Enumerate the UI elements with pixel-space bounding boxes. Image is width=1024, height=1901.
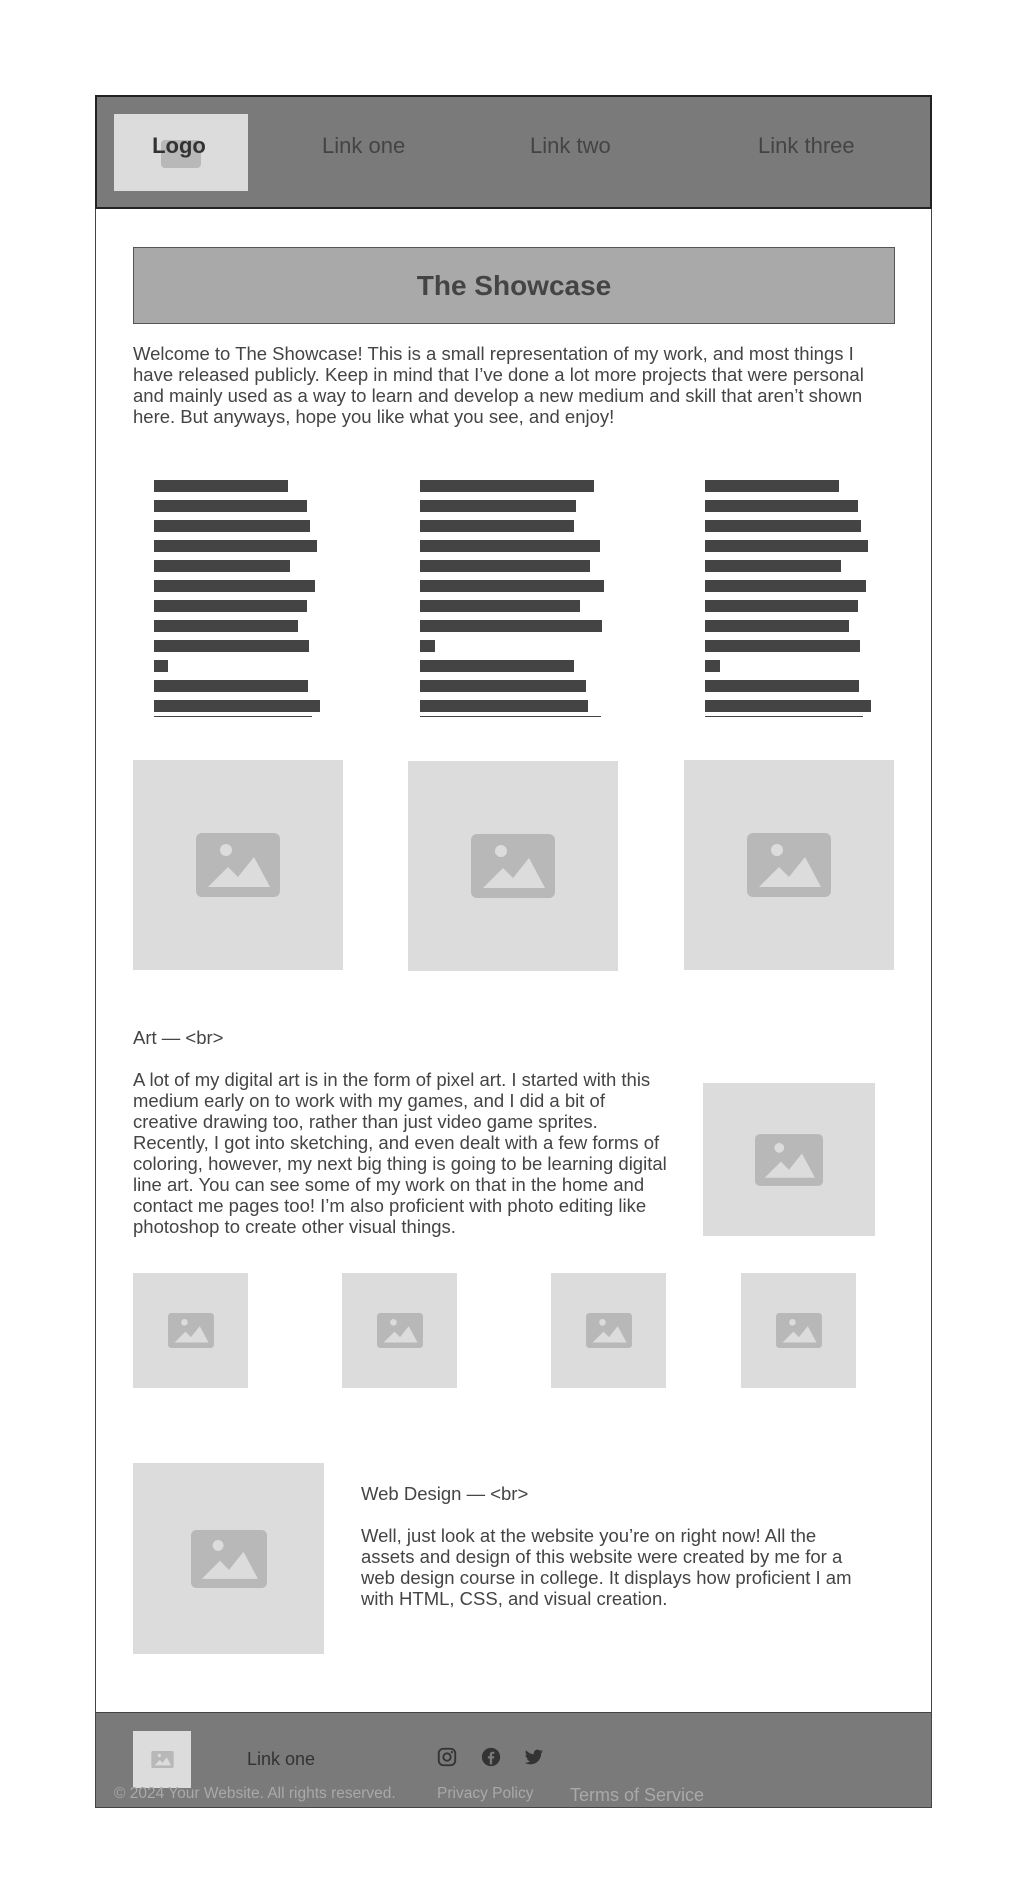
text-line: [705, 500, 858, 512]
text-line: [154, 540, 317, 552]
text-line: [705, 560, 841, 572]
nav-link-one[interactable]: Link one: [322, 133, 405, 159]
text-line: [420, 520, 574, 532]
column-underline: [154, 716, 312, 717]
text-column-1: [154, 480, 320, 717]
art-image[interactable]: [703, 1083, 875, 1236]
text-line: [705, 620, 849, 632]
column-underline: [705, 716, 863, 717]
text-line: [420, 500, 576, 512]
text-line: [705, 540, 868, 552]
text-column-2: [420, 480, 604, 717]
text-line: [420, 700, 588, 712]
text-line: [154, 700, 320, 712]
art-section-title: Art — <br>: [133, 1027, 224, 1048]
text-line: [420, 620, 602, 632]
text-column-3: [705, 480, 871, 717]
text-line: [420, 680, 586, 692]
image-placeholder-icon: [376, 1313, 423, 1348]
gallery-image-2[interactable]: [408, 761, 618, 971]
text-line: [705, 640, 860, 652]
text-line: [705, 580, 866, 592]
image-placeholder-icon: [747, 833, 831, 897]
image-placeholder-icon: [585, 1313, 632, 1348]
image-placeholder-icon: [775, 1313, 822, 1348]
text-line: [154, 620, 298, 632]
text-line: [154, 580, 315, 592]
facebook-icon[interactable]: [480, 1746, 502, 1768]
text-line: [154, 500, 307, 512]
text-line: [420, 480, 594, 492]
nav-link-three[interactable]: Link three: [758, 133, 855, 159]
text-line: [154, 600, 307, 612]
text-line: [420, 580, 604, 592]
twitter-icon[interactable]: [523, 1746, 545, 1768]
intro-text: Welcome to The Showcase! This is a small…: [133, 343, 864, 427]
text-line: [420, 540, 600, 552]
footer-logo[interactable]: [133, 1731, 191, 1788]
text-line: [705, 680, 859, 692]
column-underline: [420, 716, 601, 717]
art-section-text: A lot of my digital art is in the form o…: [133, 1069, 667, 1237]
web-design-image[interactable]: [133, 1463, 324, 1654]
gallery-image-1[interactable]: [133, 760, 343, 970]
art-thumbnail-3[interactable]: [551, 1273, 666, 1388]
text-line: [705, 520, 861, 532]
text-line: [420, 600, 580, 612]
text-line: [705, 700, 871, 712]
text-line: [154, 480, 288, 492]
text-line: [705, 480, 839, 492]
text-line: [705, 600, 858, 612]
text-line: [154, 560, 290, 572]
instagram-icon[interactable]: [436, 1746, 458, 1768]
web-design-section-title: Web Design — <br>: [361, 1483, 529, 1504]
text-line: [420, 560, 590, 572]
privacy-policy-link[interactable]: Privacy Policy: [437, 1785, 533, 1803]
nav-link-two[interactable]: Link two: [530, 133, 611, 159]
text-line: [154, 640, 309, 652]
page-title: The Showcase: [133, 247, 895, 324]
image-placeholder-icon: [755, 1133, 823, 1186]
text-line: [420, 660, 574, 672]
art-thumbnail-2[interactable]: [342, 1273, 457, 1388]
text-line: [154, 680, 308, 692]
copyright-text: © 2024 Your Website. All rights reserved…: [114, 1785, 396, 1802]
art-thumbnail-1[interactable]: [133, 1273, 248, 1388]
image-placeholder-icon: [190, 1529, 267, 1588]
text-line: [154, 520, 310, 532]
image-placeholder-icon: [150, 1751, 174, 1768]
gallery-image-3[interactable]: [684, 760, 894, 970]
text-line: [154, 660, 168, 672]
art-thumbnail-4[interactable]: [741, 1273, 856, 1388]
image-placeholder-icon: [167, 1313, 214, 1348]
logo-label[interactable]: Logo: [114, 133, 244, 159]
text-line: [705, 660, 720, 672]
terms-of-service-link[interactable]: Terms of Service: [570, 1785, 704, 1806]
footer-link-one[interactable]: Link one: [247, 1749, 315, 1770]
web-design-section-text: Well, just look at the website you’re on…: [361, 1525, 852, 1609]
image-placeholder-icon: [471, 834, 555, 898]
image-placeholder-icon: [196, 833, 280, 897]
text-line: [420, 640, 435, 652]
